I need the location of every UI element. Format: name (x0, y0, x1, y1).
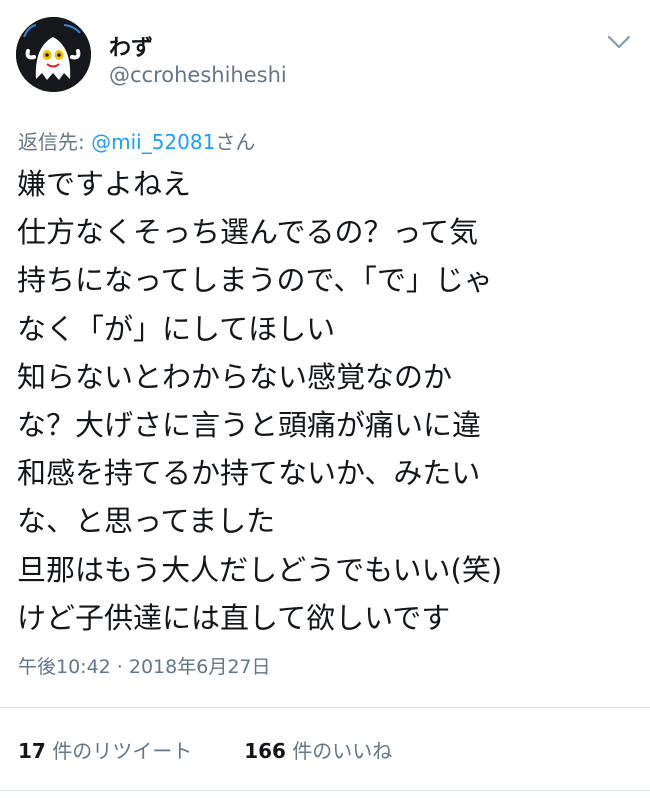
tweet-stats: 17 件のリツイート 166 件のいいね (18, 735, 444, 764)
tweet-line: な、と思ってました (17, 504, 276, 539)
tweet-timestamp[interactable]: 午後10:42 · 2018年6月27日 (18, 652, 271, 679)
avatar[interactable] (16, 17, 91, 92)
tweet-line: 仕方なくそっち選んでるの？って気 (17, 215, 479, 250)
like-label: 件のいいね (285, 739, 393, 763)
tweet-line: 嫌ですよねえ (17, 167, 192, 201)
retweet-count-link[interactable]: 17 件のリツイート (18, 739, 192, 763)
divider (0, 707, 650, 708)
like-count: 166 (244, 739, 286, 763)
retweet-label: 件のリツイート (45, 739, 193, 763)
tweet-line: 和感を持てるか持てないか、みたい (17, 456, 481, 491)
chevron-down-icon (607, 35, 631, 49)
handle[interactable]: @ccroheshiheshi (109, 63, 287, 87)
reply-context: 返信先: @mii_52081さん (18, 126, 255, 155)
reply-suffix: さん (215, 130, 256, 154)
tweet-line: なく「が」にしてほしい (17, 311, 336, 346)
reply-prefix: 返信先: (18, 130, 92, 154)
tweet-text: 嫌ですよねえ 仕方なくそっち選んでるの？って気 持ちになってしまうので、「で」じ… (17, 160, 637, 642)
divider (0, 790, 650, 791)
display-name[interactable]: わず (109, 30, 153, 62)
tweet-line: けど子供達には直して欲しいです (17, 600, 451, 635)
ghost-avatar-icon (16, 17, 91, 92)
tweet-line: な？大げさに言うと頭痛が痛いに違 (17, 408, 482, 443)
retweet-count: 17 (18, 739, 46, 763)
like-count-link[interactable]: 166 件のいいね (244, 739, 392, 763)
tweet-menu-button[interactable] (604, 30, 634, 54)
tweet-line: 知らないとわからない感覚なのか (17, 359, 453, 394)
tweet-line: 持ちになってしまうので、「で」じゃ (17, 263, 493, 298)
tweet-line: 旦那はもう大人だしどうでもいい(笑) (17, 552, 503, 587)
reply-mention-link[interactable]: @mii_52081 (91, 130, 215, 154)
